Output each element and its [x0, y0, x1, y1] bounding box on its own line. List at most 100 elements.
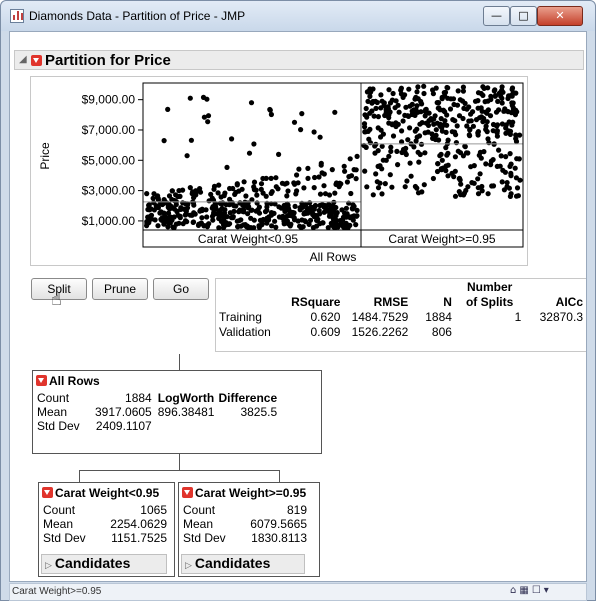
- data-point: [190, 219, 197, 225]
- data-point: [506, 128, 512, 134]
- left-count: 1065: [140, 503, 167, 517]
- data-point: [369, 108, 375, 114]
- data-point: [461, 192, 467, 198]
- group-label-right: Carat Weight>=0.95: [388, 232, 496, 246]
- left-node[interactable]: Carat Weight<0.95 Count 1065 Mean 2254.062…: [38, 482, 175, 577]
- data-point: [188, 137, 194, 143]
- data-point: [364, 184, 370, 190]
- data-point: [175, 193, 181, 200]
- data-point: [434, 100, 440, 106]
- data-point: [477, 171, 483, 177]
- data-point: [465, 150, 471, 156]
- data-point: [477, 115, 483, 121]
- partition-plot[interactable]: Price $9,000.00 $7,000.00 $5,000.00 $3,000.…: [31, 77, 527, 265]
- data-point: [430, 175, 436, 182]
- data-point: [347, 156, 353, 162]
- data-point: [257, 217, 263, 223]
- data-point: [201, 114, 207, 120]
- data-point: [514, 185, 521, 191]
- data-point: [378, 105, 384, 111]
- data-point: [512, 112, 518, 118]
- data-point: [226, 202, 232, 208]
- red-triangle-menu-icon[interactable]: [31, 55, 42, 66]
- data-point: [251, 141, 257, 147]
- data-point: [458, 181, 464, 187]
- data-point: [488, 96, 494, 103]
- dropdown-arrow-icon[interactable]: ▾: [544, 585, 549, 596]
- data-point: [450, 96, 457, 102]
- data-point: [378, 92, 384, 98]
- data-point: [512, 165, 518, 171]
- data-point: [514, 156, 520, 162]
- root-label: All Rows: [310, 250, 357, 264]
- root-mean: 3917.0605: [95, 405, 152, 419]
- data-point: [468, 111, 474, 117]
- data-point: [268, 190, 274, 196]
- jmp-window: Diamonds Data - Partition of Price - JMP…: [0, 0, 596, 601]
- data-point: [182, 218, 189, 224]
- data-point: [508, 173, 514, 179]
- candidates-outline[interactable]: ▷ Candidates: [41, 554, 167, 574]
- data-point: [455, 88, 461, 94]
- data-point: [443, 145, 449, 151]
- close-button[interactable]: ✕: [537, 6, 583, 26]
- right-mean: 6079.5665: [250, 517, 307, 531]
- home-icon[interactable]: ⌂: [510, 585, 516, 596]
- data-point: [403, 145, 409, 151]
- partition-report-header[interactable]: ◢ Partition for Price: [14, 50, 584, 70]
- data-point: [419, 189, 425, 195]
- data-point: [379, 191, 385, 197]
- data-point: [205, 222, 211, 228]
- data-point: [422, 150, 428, 156]
- data-point: [346, 174, 352, 180]
- maximize-button[interactable]: □: [510, 6, 537, 26]
- data-point: [370, 98, 376, 105]
- data-point: [307, 200, 313, 206]
- node-title: Carat Weight<0.95: [55, 486, 160, 500]
- table-icon[interactable]: ▦: [519, 585, 528, 596]
- data-point: [435, 161, 441, 167]
- data-point: [205, 119, 211, 125]
- data-point: [494, 123, 500, 129]
- disclosure-open-icon[interactable]: ◢: [19, 54, 27, 65]
- data-point: [328, 204, 334, 210]
- data-point: [363, 105, 369, 112]
- data-point: [146, 216, 152, 222]
- go-button[interactable]: Go: [153, 278, 209, 300]
- data-point: [438, 166, 444, 172]
- right-node[interactable]: Carat Weight>=0.95 Count 819 Mean 6079.566…: [178, 482, 320, 577]
- data-point: [466, 118, 472, 124]
- data-point: [475, 98, 481, 104]
- data-point: [354, 153, 360, 159]
- candidates-outline[interactable]: ▷ Candidates: [181, 554, 305, 574]
- report-title: Partition for Price: [45, 52, 171, 69]
- data-point: [161, 220, 167, 226]
- checkbox-icon[interactable]: ☐: [532, 585, 541, 596]
- data-point: [191, 195, 197, 201]
- red-triangle-menu-icon[interactable]: [36, 375, 47, 386]
- data-point: [155, 195, 161, 201]
- data-point: [318, 160, 324, 166]
- tree-connector: [179, 354, 180, 370]
- data-point: [386, 153, 392, 159]
- minimize-button[interactable]: —: [483, 6, 510, 26]
- data-point: [390, 90, 396, 97]
- data-point: [311, 206, 317, 212]
- data-point: [151, 191, 157, 197]
- root-node[interactable]: All Rows Count 1884 LogWorth Difference Mea…: [32, 370, 322, 454]
- disclosure-closed-icon[interactable]: ▷: [45, 560, 52, 570]
- data-point: [236, 218, 242, 224]
- data-point: [494, 133, 500, 139]
- data-point: [409, 101, 415, 107]
- data-point: [345, 213, 351, 219]
- red-triangle-menu-icon[interactable]: [42, 487, 53, 498]
- data-point: [282, 207, 288, 213]
- data-point: [509, 122, 515, 128]
- status-bar: Carat Weight>=0.95 ⌂ ▦ ☐ ▾: [9, 583, 587, 601]
- prune-button[interactable]: Prune: [92, 278, 148, 300]
- data-point: [303, 219, 309, 225]
- disclosure-closed-icon[interactable]: ▷: [185, 560, 192, 570]
- data-point: [452, 154, 458, 160]
- report-content: ◢ Partition for Price Price $9,000.00 $7,…: [9, 31, 587, 582]
- red-triangle-menu-icon[interactable]: [182, 487, 193, 498]
